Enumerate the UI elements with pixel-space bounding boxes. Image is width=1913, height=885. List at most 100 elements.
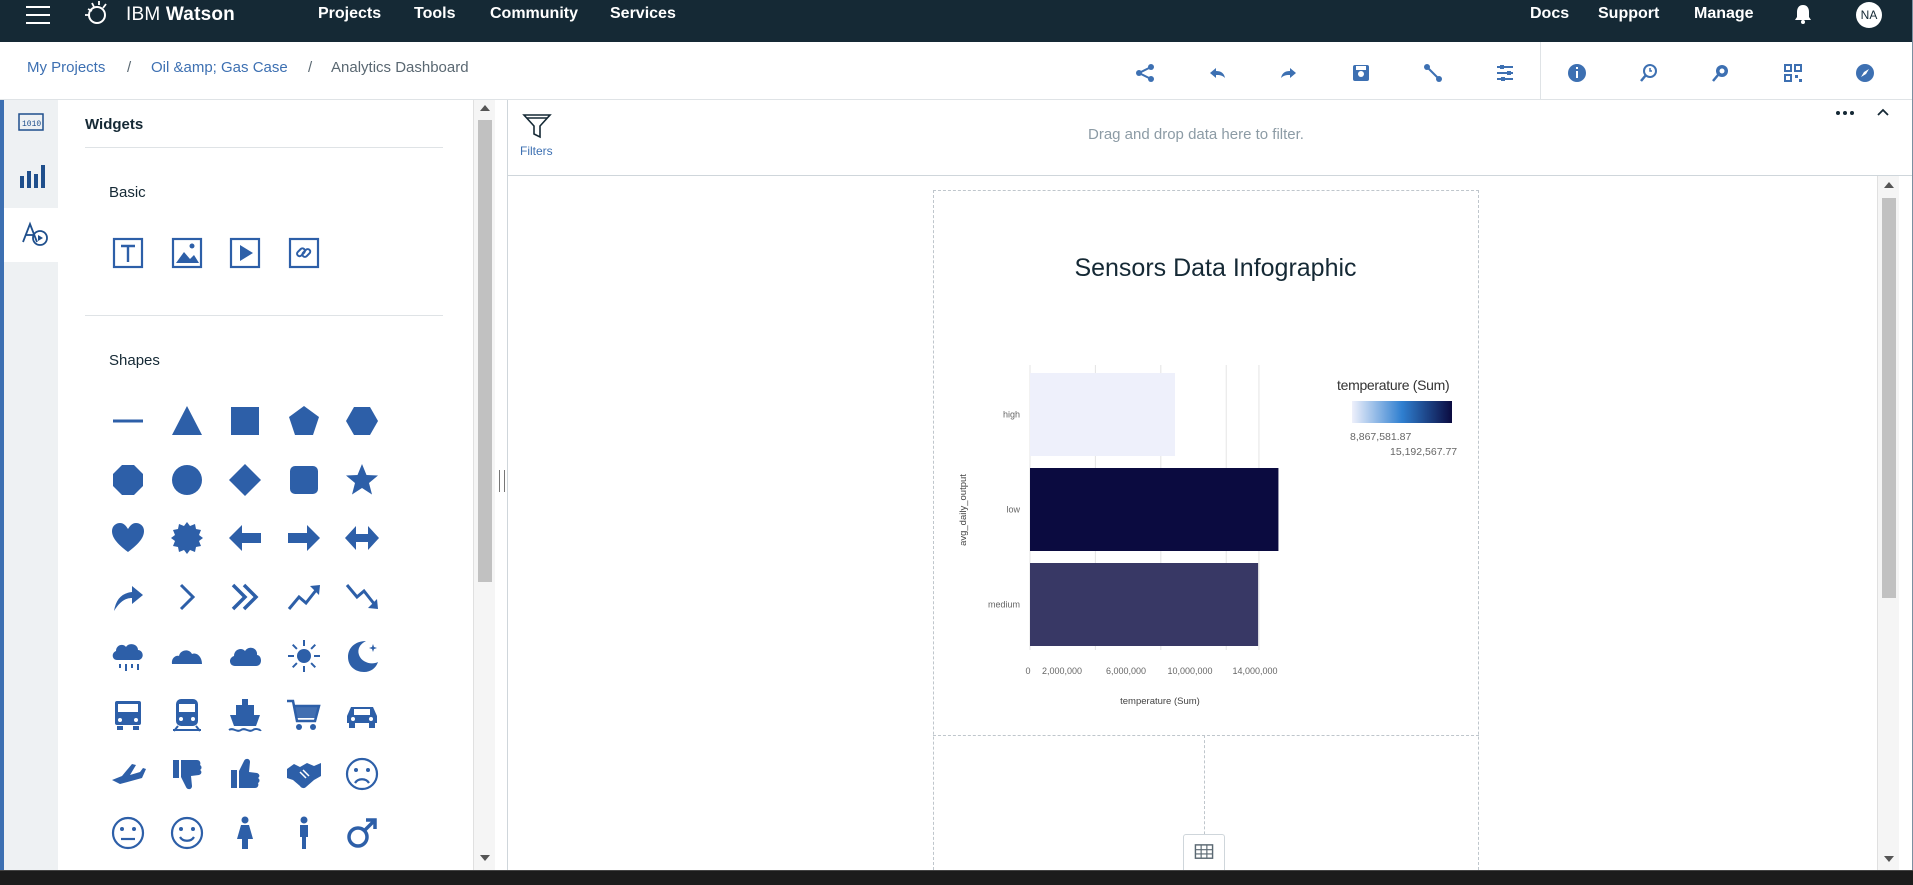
ship-icon[interactable]	[225, 695, 265, 735]
chevron-up-icon[interactable]	[1875, 104, 1891, 120]
video-widget-icon[interactable]	[225, 233, 265, 273]
bar-high[interactable]	[1030, 373, 1176, 456]
car-icon[interactable]	[342, 695, 382, 735]
woman-icon[interactable]	[225, 813, 265, 853]
more-options-icon[interactable]	[1835, 108, 1855, 118]
rail-widgets[interactable]	[0, 208, 58, 262]
double-chevron-icon[interactable]	[225, 577, 265, 617]
nav-manage[interactable]: Manage	[1694, 5, 1754, 23]
connection-icon[interactable]	[1422, 62, 1444, 84]
notification-bell-icon[interactable]	[1792, 3, 1814, 25]
nav-docs[interactable]: Docs	[1530, 5, 1569, 23]
zoom-icon[interactable]	[1638, 62, 1660, 84]
diamond-icon[interactable]	[225, 460, 265, 500]
trend-up-icon[interactable]	[284, 577, 324, 617]
x-axis-label: temperature (Sum)	[1120, 696, 1200, 707]
brand-name: Watson	[165, 4, 235, 25]
web-page-widget-icon[interactable]	[284, 233, 324, 273]
filter-icon[interactable]	[522, 112, 552, 140]
nav-support[interactable]: Support	[1598, 5, 1659, 23]
search-icon[interactable]	[1710, 62, 1732, 84]
curved-arrow-icon[interactable]	[108, 577, 148, 617]
filter-drop-hint: Drag and drop data here to filter.	[1088, 126, 1304, 143]
brand-title[interactable]: IBM Watson	[126, 4, 235, 26]
cloud-icon[interactable]	[225, 636, 265, 676]
heart-icon[interactable]	[108, 518, 148, 558]
thumbs-up-icon[interactable]	[225, 754, 265, 794]
infographic-title[interactable]: Sensors Data Infographic	[933, 254, 1498, 283]
user-avatar[interactable]: NA	[1856, 2, 1882, 28]
brand-prefix: IBM	[126, 4, 161, 25]
canvas-scrollbar[interactable]	[1877, 176, 1899, 870]
info-icon[interactable]	[1566, 62, 1588, 84]
scroll-up-arrow[interactable]	[1884, 182, 1894, 188]
scroll-thumb[interactable]	[478, 120, 492, 582]
table-view-icon[interactable]	[1183, 834, 1225, 870]
square-icon[interactable]	[225, 401, 265, 441]
properties-icon[interactable]	[1494, 62, 1516, 84]
scroll-down-arrow[interactable]	[1884, 856, 1894, 862]
arrow-left-icon[interactable]	[225, 518, 265, 558]
trend-down-icon[interactable]	[342, 577, 382, 617]
nav-community[interactable]: Community	[490, 5, 578, 23]
breadcrumb-my-projects[interactable]: My Projects	[27, 59, 105, 76]
line-icon[interactable]	[108, 401, 148, 441]
chevron-right-icon[interactable]	[167, 577, 207, 617]
text-widget-icon[interactable]	[108, 233, 148, 273]
handshake-icon[interactable]	[284, 754, 324, 794]
cloud-flat-icon[interactable]	[167, 636, 207, 676]
nav-projects[interactable]: Projects	[318, 5, 381, 23]
widgets-panel-scrollbar[interactable]	[473, 100, 495, 870]
hexagon-icon[interactable]	[342, 401, 382, 441]
svg-text:1010: 1010	[22, 120, 41, 129]
rail-visualizations[interactable]	[4, 154, 58, 208]
sun-icon[interactable]	[284, 636, 324, 676]
truck-icon[interactable]	[108, 695, 148, 735]
breadcrumb-separator: /	[308, 59, 313, 76]
train-icon[interactable]	[167, 695, 207, 735]
circle-icon[interactable]	[167, 460, 207, 500]
hamburger-menu-icon[interactable]	[26, 6, 50, 26]
man-icon[interactable]	[284, 813, 324, 853]
neutral-face-icon[interactable]	[108, 813, 148, 853]
scroll-thumb[interactable]	[1882, 198, 1896, 598]
nav-tools[interactable]: Tools	[414, 5, 455, 23]
panel-divider	[85, 315, 443, 316]
breadcrumb-project[interactable]: Oil &amp; Gas Case	[151, 59, 288, 76]
scroll-down-arrow[interactable]	[480, 855, 490, 861]
panel-resize-handle[interactable]	[499, 470, 505, 492]
bar-low[interactable]	[1030, 468, 1279, 551]
rounded-square-icon[interactable]	[284, 460, 324, 500]
bar-medium[interactable]	[1030, 563, 1259, 646]
grid-icon[interactable]	[1782, 62, 1804, 84]
toolbar-divider	[1540, 42, 1541, 100]
moon-icon[interactable]	[342, 636, 382, 676]
breadcrumb-toolbar: My Projects / Oil &amp; Gas Case / Analy…	[0, 42, 1912, 100]
pentagon-icon[interactable]	[284, 401, 324, 441]
star-icon[interactable]	[342, 460, 382, 500]
data-sources-icon: 1010	[18, 113, 44, 131]
save-icon[interactable]	[1350, 62, 1372, 84]
image-widget-icon[interactable]	[167, 233, 207, 273]
seal-icon[interactable]	[167, 518, 207, 558]
rain-icon[interactable]	[108, 636, 148, 676]
octagon-icon[interactable]	[108, 460, 148, 500]
arrow-right-icon[interactable]	[284, 518, 324, 558]
compass-icon[interactable]	[1854, 62, 1876, 84]
bar-chart[interactable]: high low medium 0 2,000,000 6,000,000 10,000,0…	[950, 360, 1470, 720]
shopping-cart-icon[interactable]	[284, 695, 324, 735]
happy-face-icon[interactable]	[167, 813, 207, 853]
male-symbol-icon[interactable]	[342, 813, 382, 853]
airplane-icon[interactable]	[108, 754, 148, 794]
double-arrow-icon[interactable]	[342, 518, 382, 558]
rail-data-sources[interactable]: 1010	[4, 100, 58, 154]
nav-services[interactable]: Services	[610, 5, 676, 23]
undo-icon[interactable]	[1206, 62, 1228, 84]
redo-icon[interactable]	[1278, 62, 1300, 84]
scroll-up-arrow[interactable]	[480, 105, 490, 111]
triangle-icon[interactable]	[167, 401, 207, 441]
filters-label[interactable]: Filters	[520, 144, 553, 158]
sad-face-icon[interactable]	[342, 754, 382, 794]
share-icon[interactable]	[1134, 62, 1156, 84]
thumbs-down-icon[interactable]	[167, 754, 207, 794]
